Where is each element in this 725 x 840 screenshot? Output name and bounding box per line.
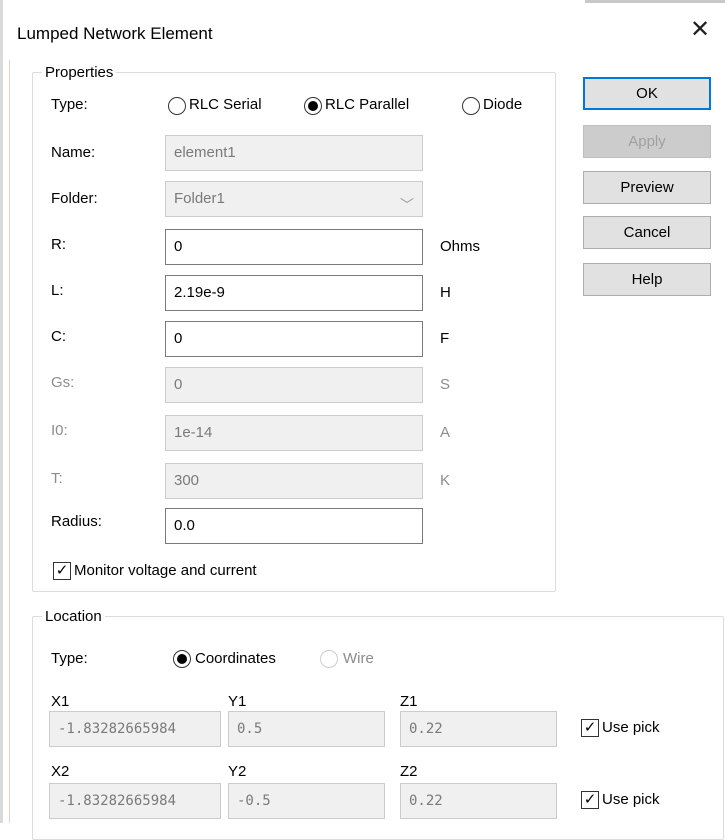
radius-field[interactable]: 0.0 [165,508,423,544]
x2-label: X2 [51,763,70,780]
radio-wire[interactable] [320,650,338,668]
x1-label: X1 [51,693,70,710]
type-label: Type: [51,96,88,113]
t-label: T: [51,470,63,487]
window-inner-edge [9,60,10,823]
z1-field[interactable]: 0.22 [400,711,557,747]
monitor-checkbox[interactable]: ✓ [53,562,71,580]
radius-label: Radius: [51,513,102,530]
folder-select-value: Folder1 [174,190,225,207]
r-unit: Ohms [440,238,481,255]
name-field[interactable]: element1 [165,135,423,171]
properties-legend: Properties [45,64,114,81]
gs-unit: S [440,376,451,393]
l-unit: H [440,284,451,301]
location-type-label: Type: [51,650,88,667]
ok-button[interactable]: OK [583,77,711,110]
z1-label: Z1 [400,693,418,710]
radio-diode[interactable] [462,97,480,115]
preview-button[interactable]: Preview [583,171,711,204]
y2-field[interactable]: -0.5 [228,783,385,819]
l-label: L: [51,282,64,299]
t-field[interactable]: 300 [165,463,423,499]
y2-label: Y2 [228,763,247,780]
window-top-edge [585,0,725,3]
use-pick-1-label[interactable]: Use pick [602,719,660,737]
z2-field[interactable]: 0.22 [400,783,557,819]
folder-select[interactable]: Folder1 ﹀ [165,181,423,217]
apply-button[interactable]: Apply [583,125,711,158]
radio-coordinates-label[interactable]: Coordinates [195,650,276,668]
location-legend: Location [45,608,102,625]
l-field[interactable]: 2.19e-9 [165,275,423,311]
radio-rlc-parallel[interactable] [304,97,322,115]
radio-wire-label[interactable]: Wire [343,650,374,668]
x2-field[interactable]: -1.83282665984 [49,783,221,819]
y1-field[interactable]: 0.5 [228,711,385,747]
monitor-checkbox-label[interactable]: Monitor voltage and current [74,562,257,580]
radio-rlc-serial-label[interactable]: RLC Serial [189,96,262,114]
r-label: R: [51,236,66,253]
c-label: C: [51,328,66,345]
use-pick-2-checkbox[interactable]: ✓ [581,791,599,809]
i0-field[interactable]: 1e-14 [165,415,423,451]
radio-diode-label[interactable]: Diode [483,96,522,114]
use-pick-2-label[interactable]: Use pick [602,791,660,809]
z2-label: Z2 [400,763,418,780]
c-field[interactable]: 0 [165,321,423,357]
close-icon[interactable]: ✕ [690,18,710,42]
y1-label: Y1 [228,693,247,710]
cancel-button[interactable]: Cancel [583,216,711,249]
t-unit: K [440,472,451,489]
help-button[interactable]: Help [583,263,711,296]
folder-label: Folder: [51,190,98,207]
dialog-title: Lumped Network Element [17,24,213,43]
x1-field[interactable]: -1.83282665984 [49,711,221,747]
name-label: Name: [51,144,96,161]
window-left-edge [0,0,3,823]
c-unit: F [440,330,450,347]
r-field[interactable]: 0 [165,229,423,265]
gs-label: Gs: [51,374,75,391]
radio-coordinates[interactable] [173,650,191,668]
use-pick-1-checkbox[interactable]: ✓ [581,719,599,737]
i0-label: I0: [51,422,68,439]
i0-unit: A [440,424,451,441]
chevron-down-icon: ﹀ [400,197,414,213]
gs-field[interactable]: 0 [165,367,423,403]
radio-rlc-parallel-label[interactable]: RLC Parallel [325,96,409,114]
radio-rlc-serial[interactable] [168,97,186,115]
